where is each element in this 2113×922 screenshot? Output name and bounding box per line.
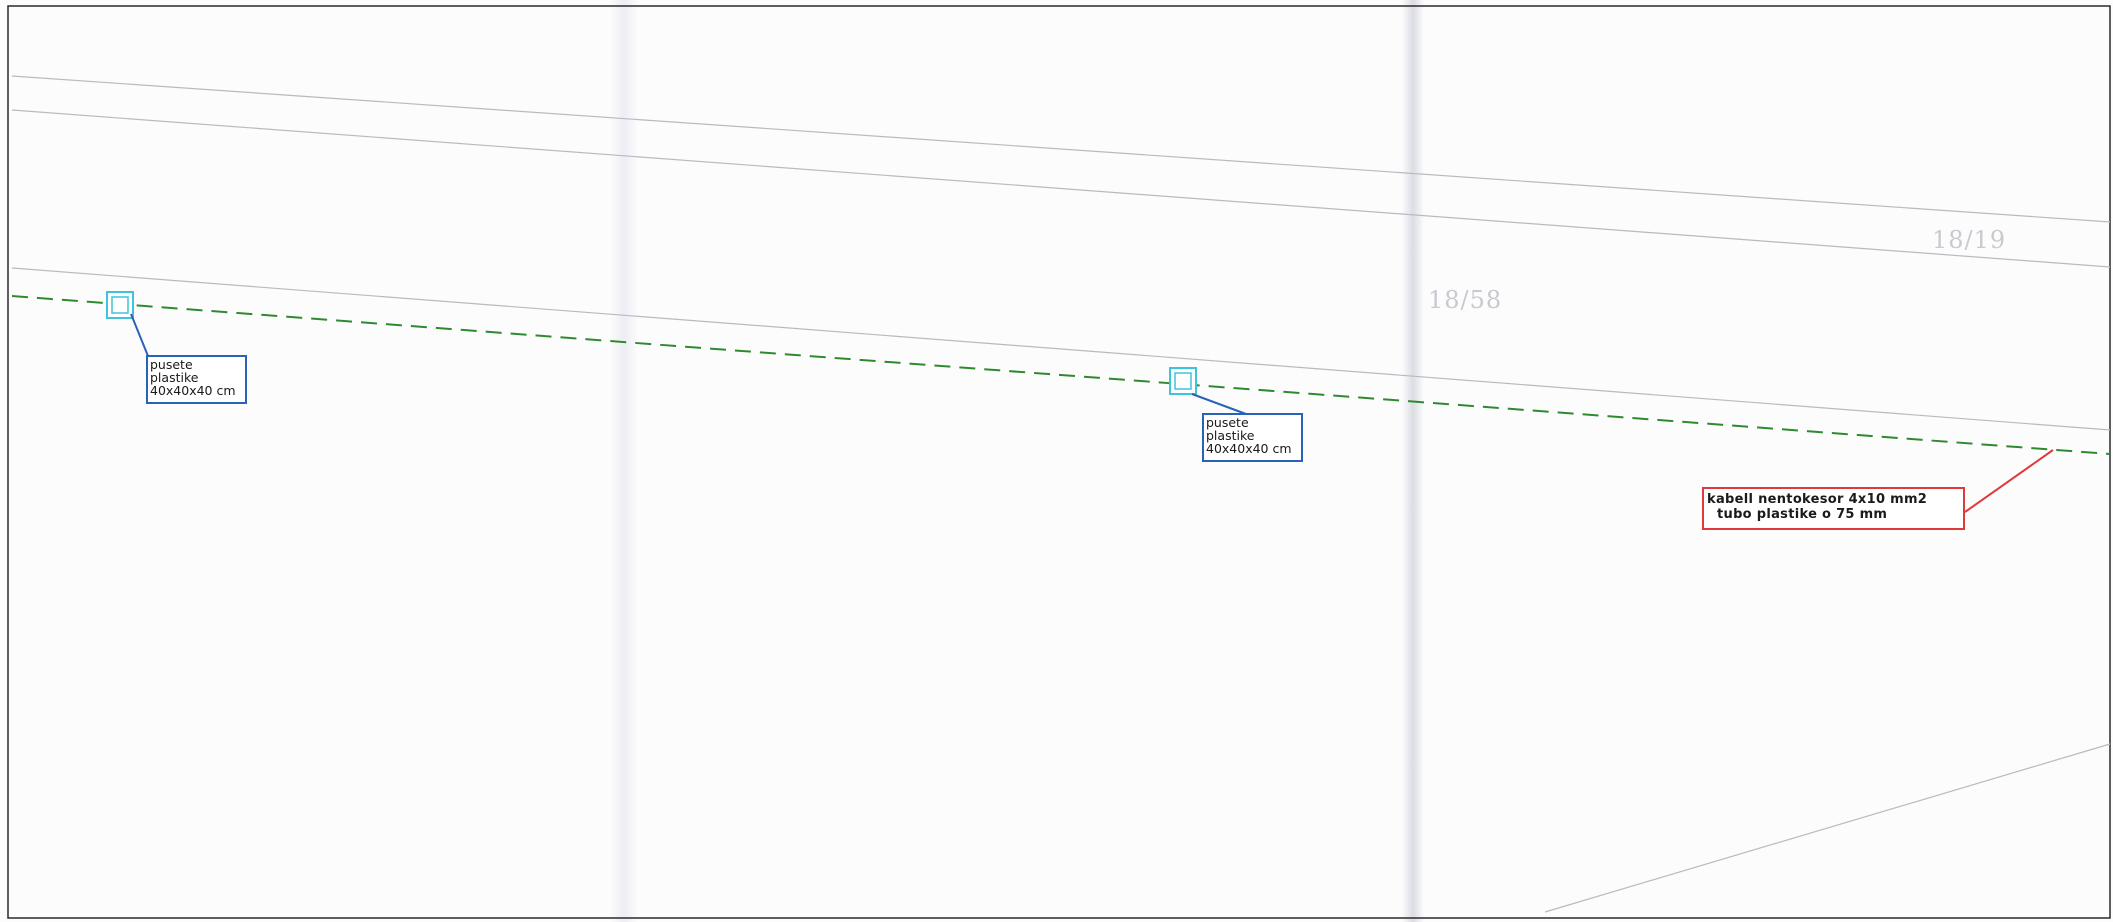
leader-line: [1964, 449, 2054, 513]
parcel-boundary-line: [11, 267, 2111, 431]
leader-line: [1191, 393, 1247, 415]
manhole-symbol-1[interactable]: [106, 291, 134, 319]
manhole-label-2[interactable]: pusete plastike 40x40x40 cm: [1202, 413, 1303, 462]
manhole-label-line: 40x40x40 cm: [150, 383, 236, 398]
site-plan-drawing: [7, 5, 2111, 919]
drawing-sheet: 18/19 18/58 pusete plastike 40x40x40 cm …: [0, 0, 2113, 922]
cable-label[interactable]: kabell nentokesor 4x10 mm2 tubo plastike…: [1702, 487, 1965, 530]
cable-label-line-1: kabell nentokesor 4x10 mm2: [1707, 492, 1928, 507]
cable-route-line: [11, 295, 2111, 455]
parcel-number-18-58: 18/58: [1428, 286, 1503, 314]
parcel-boundary-line: [11, 109, 2111, 268]
cable-label-line-2: tubo plastike o 75 mm: [1717, 507, 1888, 522]
manhole-label-line: 40x40x40 cm: [1206, 441, 1292, 456]
parcel-boundary-line: [11, 75, 2111, 223]
manhole-label-1[interactable]: pusete plastike 40x40x40 cm: [146, 355, 247, 404]
leader-line: [130, 313, 149, 357]
parcel-number-18-19: 18/19: [1932, 226, 2007, 254]
parcel-boundary-line: [1544, 743, 2111, 913]
drawing-frame: [7, 5, 2111, 919]
manhole-symbol-2[interactable]: [1169, 367, 1197, 395]
